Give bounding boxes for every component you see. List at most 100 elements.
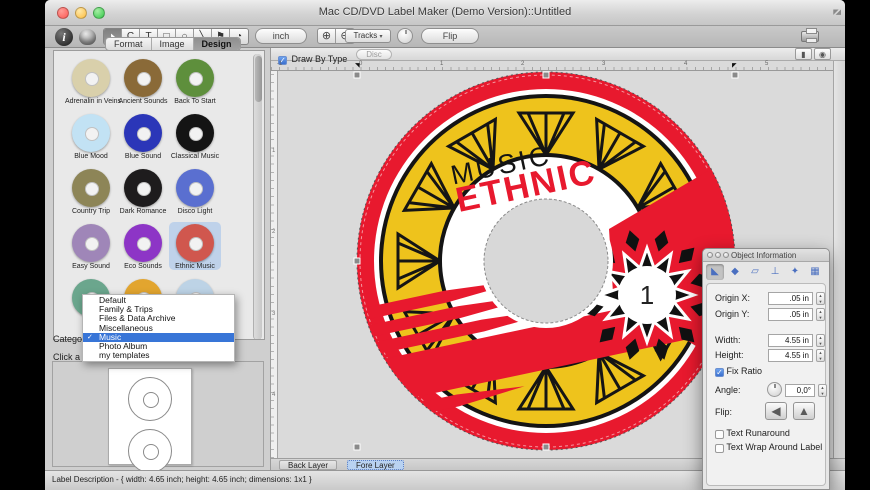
checkbox-unchecked-icon: ✓ <box>715 444 724 453</box>
disc-thumbnail <box>176 114 214 152</box>
disc-thumbnail <box>124 59 162 97</box>
text-wrap-checkbox[interactable]: ✓ Text Wrap Around Label <box>715 442 822 453</box>
disc-thumbnail <box>124 114 162 152</box>
template-name: Country Trip <box>65 208 117 215</box>
ruler-number: 5 <box>765 61 768 67</box>
palette-tool-icons: ◣ ◆ ▱ ⊥ ✦ ▦ <box>706 264 826 280</box>
page-view-icon[interactable]: ▮ <box>795 48 812 60</box>
disc-thumbnail <box>176 224 214 262</box>
width-field[interactable]: 4.55 in <box>768 334 813 347</box>
tab-format[interactable]: Format <box>106 38 152 50</box>
angle-knob[interactable] <box>767 382 782 397</box>
pattern-icon[interactable]: ▦ <box>806 264 824 280</box>
template-name: Adrenalin in Veins <box>65 98 117 105</box>
template-item-back-to-start[interactable]: Back To Start <box>169 57 221 105</box>
palette-zoom-button[interactable] <box>723 252 729 258</box>
template-item-disco-light[interactable]: Disco Light <box>169 167 221 215</box>
flip-vertical-button[interactable]: ▲ <box>793 402 815 420</box>
origin-y-label: Origin Y: <box>715 309 749 319</box>
origin-y-field[interactable]: .05 in <box>768 308 813 321</box>
template-name: Classical Music <box>169 153 221 160</box>
template-item-easy-sound[interactable]: Easy Sound <box>65 222 117 270</box>
template-name: Blue Sound <box>117 153 169 160</box>
flip-button[interactable]: Flip <box>421 28 479 44</box>
sidebar-tabs: Format Image Design <box>105 37 241 51</box>
center-hole <box>484 199 608 323</box>
checkbox-unchecked-icon: ✓ <box>715 430 724 439</box>
angle-field[interactable]: 0,0° <box>785 384 815 397</box>
cd-label-outline-top[interactable] <box>128 377 172 421</box>
print-icon[interactable] <box>801 31 819 42</box>
rotate-icon[interactable]: ◆ <box>726 264 744 280</box>
template-item-dark-romance[interactable]: Dark Romance <box>117 167 169 215</box>
height-stepper[interactable]: ▲▼ <box>816 349 825 362</box>
template-item-adrenalin-in-veins[interactable]: Adrenalin in Veins <box>65 57 117 105</box>
height-field[interactable]: 4.55 in <box>768 349 813 362</box>
template-item-blue-mood[interactable]: Blue Mood <box>65 112 117 160</box>
category-menu: Default Family & Trips Files & Data Arch… <box>82 294 235 362</box>
template-name: Ancient Sounds <box>117 98 169 105</box>
align-icon[interactable]: ⊥ <box>766 264 784 280</box>
preview-eye-icon[interactable]: ◉ <box>814 48 831 60</box>
template-item-classical-music[interactable]: Classical Music <box>169 112 221 160</box>
geometry-icon[interactable]: ◣ <box>706 264 724 280</box>
template-name: Blue Mood <box>65 153 117 160</box>
window-title: Mac CD/DVD Label Maker (Demo Version)::U… <box>45 6 845 18</box>
unit-button[interactable]: inch <box>255 28 307 44</box>
origin-x-label: Origin X: <box>715 293 750 303</box>
label-description: Label Description - { width: 4.65 inch; … <box>52 475 312 484</box>
object-information-palette[interactable]: Object Information ◣ ◆ ▱ ⊥ ✦ ▦ Origin X:… <box>702 248 830 490</box>
mask-icon[interactable] <box>79 29 96 45</box>
tab-image[interactable]: Image <box>152 38 194 50</box>
zoom-in-icon[interactable]: ⊕ <box>318 29 336 43</box>
template-name: Back To Start <box>169 98 221 105</box>
palette-minimize-button[interactable] <box>715 252 721 258</box>
checkbox-checked-icon: ✓ <box>715 368 724 377</box>
disc-thumbnail <box>72 59 110 97</box>
width-stepper[interactable]: ▲▼ <box>816 334 825 347</box>
template-item-ancient-sounds[interactable]: Ancient Sounds <box>117 57 169 105</box>
origin-y-stepper[interactable]: ▲▼ <box>816 308 825 321</box>
width-label: Width: <box>715 335 741 345</box>
template-item-blue-sound[interactable]: Blue Sound <box>117 112 169 160</box>
disc-number: 1 <box>640 280 654 310</box>
template-item-eco-sounds[interactable]: Eco Sounds <box>117 222 169 270</box>
effects-icon[interactable]: ✦ <box>786 264 804 280</box>
palette-panel: Origin X: .05 in ▲▼ Origin Y: .05 in ▲▼ … <box>706 283 826 486</box>
tab-design[interactable]: Design <box>194 38 240 50</box>
template-scrollbar[interactable] <box>253 54 262 340</box>
tracks-dropdown[interactable]: Tracks ▾ <box>345 29 391 43</box>
palette-title-bar[interactable]: Object Information <box>703 249 829 262</box>
template-item-country-trip[interactable]: Country Trip <box>65 167 117 215</box>
label-sheet-page[interactable] <box>108 368 192 465</box>
info-icon[interactable]: i <box>55 28 73 46</box>
ruler-number: 3 <box>602 61 605 67</box>
label-sheet-panel <box>52 361 264 467</box>
cd-label-outline-bottom[interactable] <box>128 429 172 473</box>
template-item-ethnic-music[interactable]: Ethnic Music <box>169 222 221 270</box>
chevron-down-icon: ▾ <box>379 34 382 40</box>
palette-close-button[interactable] <box>707 252 713 258</box>
tab-fore-layer[interactable]: Fore Layer <box>347 460 404 470</box>
fullscreen-icon[interactable]: ◤◢ <box>833 8 838 16</box>
disc-thumbnail <box>124 224 162 262</box>
flip-horizontal-button[interactable]: ◀ <box>765 402 787 420</box>
menu-item-my-templates[interactable]: my templates <box>83 351 234 360</box>
origin-x-field[interactable]: .05 in <box>768 292 813 305</box>
shear-icon[interactable]: ▱ <box>746 264 764 280</box>
fix-ratio-checkbox[interactable]: ✓ Fix Ratio <box>715 366 762 377</box>
title-bar[interactable]: Mac CD/DVD Label Maker (Demo Version)::U… <box>45 0 845 26</box>
disc-thumbnail <box>124 169 162 207</box>
rotation-knob[interactable] <box>397 28 413 44</box>
canvas-corner-buttons: ▮ ◉ <box>793 48 831 60</box>
text-runaround-checkbox[interactable]: ✓ Text Runaround <box>715 428 790 439</box>
angle-stepper[interactable]: ▲▼ <box>818 384 827 397</box>
text-runaround-label: Text Runaround <box>726 428 790 438</box>
tab-back-layer[interactable]: Back Layer <box>279 460 337 470</box>
origin-x-stepper[interactable]: ▲▼ <box>816 292 825 305</box>
fix-ratio-label: Fix Ratio <box>727 366 763 376</box>
palette-title: Object Information <box>731 251 796 260</box>
ruler-number: 4 <box>684 61 687 67</box>
disc-button[interactable]: Disc <box>356 49 392 60</box>
scrollbar-thumb[interactable] <box>255 56 262 102</box>
